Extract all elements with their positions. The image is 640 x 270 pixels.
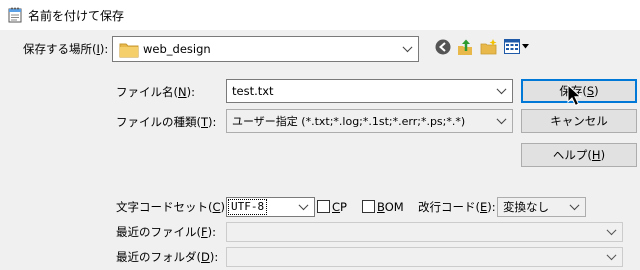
chevron-down-icon	[606, 250, 617, 261]
location-value: web_design	[143, 42, 211, 56]
recent-folder-label: 最近のフォルダ(D):	[116, 250, 219, 264]
recent-file-select[interactable]	[226, 222, 623, 242]
mouse-cursor-icon	[567, 84, 582, 107]
cp-label[interactable]: CP	[332, 199, 347, 215]
newline-select[interactable]: 変換なし	[497, 197, 586, 217]
encoding-value: UTF-8	[227, 199, 268, 215]
notepad-icon	[8, 7, 22, 23]
chevron-down-icon	[402, 42, 413, 53]
new-folder-icon[interactable]	[480, 38, 498, 56]
cp-checkbox[interactable]	[317, 200, 330, 213]
filename-value: test.txt	[232, 84, 274, 98]
location-label: 保存する場所(I):	[23, 42, 109, 56]
encoding-label: 文字コードセット(C):	[116, 200, 229, 214]
chevron-down-icon	[606, 225, 617, 236]
bom-checkbox[interactable]	[362, 200, 375, 213]
chevron-down-icon	[298, 200, 309, 211]
back-icon[interactable]	[434, 38, 452, 56]
filetype-label: ファイルの種類(T):	[116, 115, 217, 129]
chevron-down-icon	[496, 114, 507, 125]
view-menu-button[interactable]	[504, 39, 530, 55]
title-bar: 名前を付けて保存	[0, 0, 640, 30]
encoding-select[interactable]: UTF-8	[226, 197, 315, 217]
help-button[interactable]: ヘルプ(H)	[521, 143, 637, 167]
up-folder-icon[interactable]	[456, 38, 474, 56]
filename-combo[interactable]: test.txt	[226, 79, 513, 103]
filetype-select[interactable]: ユーザー指定 (*.txt;*.log;*.1st;*.err;*.ps;*.*…	[226, 109, 513, 133]
newline-label: 改行コード(E):	[418, 200, 496, 214]
bom-label[interactable]: BOM	[377, 199, 404, 215]
cancel-button[interactable]: キャンセル	[521, 109, 637, 133]
filetype-value: ユーザー指定 (*.txt;*.log;*.1st;*.err;*.ps;*.*…	[232, 115, 466, 128]
recent-file-label: 最近のファイル(F):	[116, 225, 216, 239]
dropdown-arrow-icon	[522, 44, 529, 49]
window-title: 名前を付けて保存	[28, 9, 125, 23]
folder-icon	[119, 43, 139, 58]
newline-value: 変換なし	[503, 200, 549, 214]
chevron-down-icon[interactable]	[496, 84, 507, 95]
recent-folder-select[interactable]	[226, 247, 623, 267]
view-menu-icon	[504, 39, 520, 54]
location-combo[interactable]: web_design	[112, 36, 419, 62]
chevron-down-icon	[569, 200, 580, 211]
filename-label: ファイル名(N):	[116, 85, 195, 99]
